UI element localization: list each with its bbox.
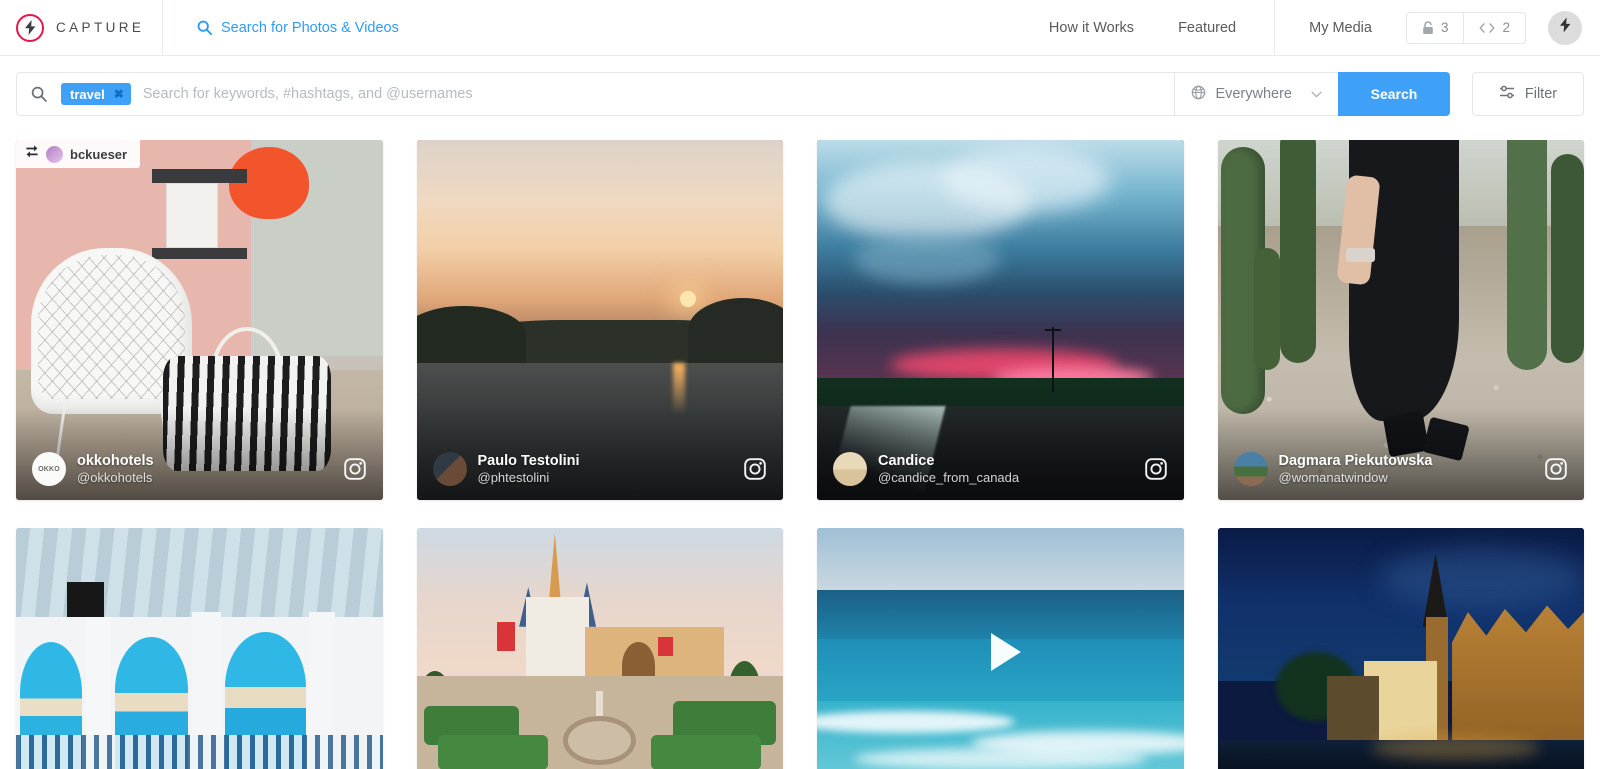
private-media-counter[interactable]: 3 [1407,13,1464,43]
media-card[interactable]: Dagmara Piekutowska @womanatwindow [1217,140,1584,500]
media-thumbnail [416,528,783,769]
search-field[interactable]: travel ✖ [16,72,1175,116]
user-avatar-button[interactable] [1548,10,1582,45]
search-toolbar: travel ✖ Everywhere Search [0,56,1600,132]
search-chip-travel[interactable]: travel ✖ [61,83,131,105]
results-grid: bckueser OKKO okkohotels @okkohotels Pau… [0,140,1600,769]
avatar[interactable]: OKKO [32,452,66,486]
media-card[interactable]: Candice @candice_from_canada [817,140,1184,500]
globe-icon [1191,85,1206,104]
media-counters: 3 2 [1405,11,1526,44]
instagram-icon[interactable] [343,457,367,486]
user-name[interactable]: Paulo Testolini [478,452,736,470]
close-icon[interactable]: ✖ [114,88,124,100]
brand-logo[interactable]: CAPTURE [0,0,163,56]
embed-media-counter[interactable]: 2 [1463,12,1525,43]
media-card-userbar: Candice @candice_from_canada [817,408,1184,500]
nav-featured[interactable]: Featured [1178,20,1236,36]
media-card[interactable] [16,528,383,769]
avatar[interactable] [1233,452,1268,486]
code-brackets-icon [1479,22,1495,34]
user-handle[interactable]: @candice_from_canada [878,470,1136,486]
media-thumbnail [16,528,383,769]
user-handle[interactable]: @okkohotels [77,470,335,486]
lightning-bolt-icon [16,13,44,42]
user-name[interactable]: okkohotels [77,452,335,470]
repost-username: bckueser [70,146,128,162]
play-icon[interactable] [991,632,1022,671]
search-chip-label: travel [70,86,105,102]
instagram-icon[interactable] [1544,457,1568,486]
media-card-userbar: Dagmara Piekutowska @womanatwindow [1217,408,1584,500]
lock-icon [1422,20,1434,35]
nav-my-media[interactable]: My Media [1309,20,1372,36]
avatar[interactable] [833,452,867,486]
user-handle[interactable]: @womanatwindow [1279,470,1537,486]
media-card[interactable] [416,528,783,769]
user-name[interactable]: Dagmara Piekutowska [1279,452,1537,470]
media-card[interactable]: Paulo Testolini @phtestolini [416,140,783,500]
chevron-down-icon [1311,86,1322,102]
search-icon [31,86,47,102]
media-card-userbar: Paulo Testolini @phtestolini [416,408,783,500]
user-meta: Paulo Testolini @phtestolini [478,452,736,486]
media-card-video[interactable] [817,528,1184,769]
brand-name: CAPTURE [56,20,145,35]
header-search-link[interactable]: Search for Photos & Videos [197,20,399,36]
media-thumbnail [1217,528,1584,769]
user-name[interactable]: Candice [878,452,1136,470]
user-handle[interactable]: @phtestolini [478,470,736,486]
instagram-icon[interactable] [743,457,767,486]
embed-media-count: 2 [1502,20,1510,35]
account-nav: My Media 3 2 [1275,10,1600,45]
filter-button[interactable]: Filter [1472,72,1584,116]
repost-icon [25,145,39,163]
search-icon [197,20,212,35]
media-card-userbar: OKKO okkohotels @okkohotels [16,408,383,500]
search-input[interactable] [142,73,1161,115]
instagram-icon[interactable] [1144,457,1168,486]
private-media-count: 3 [1440,20,1449,35]
scope-select-label: Everywhere [1215,86,1292,102]
scope-select[interactable]: Everywhere [1174,72,1338,116]
avatar[interactable] [432,452,467,486]
primary-nav: How it Works Featured [1049,20,1274,36]
filter-button-label: Filter [1524,86,1558,102]
user-meta: Dagmara Piekutowska @womanatwindow [1279,452,1537,486]
header-search-link-label: Search for Photos & Videos [221,19,399,36]
user-meta: Candice @candice_from_canada [878,452,1136,486]
media-card[interactable]: bckueser OKKO okkohotels @okkohotels [16,140,383,500]
repost-badge[interactable]: bckueser [16,140,141,168]
repost-avatar [46,145,63,163]
lightning-bolt-icon [1559,17,1572,38]
top-header: CAPTURE Search for Photos & Videos How i… [0,0,1600,56]
media-card[interactable] [1217,528,1584,769]
sliders-icon [1499,85,1515,103]
search-button[interactable]: Search [1338,72,1450,116]
nav-how-it-works[interactable]: How it Works [1049,20,1134,36]
user-meta: okkohotels @okkohotels [77,452,335,486]
